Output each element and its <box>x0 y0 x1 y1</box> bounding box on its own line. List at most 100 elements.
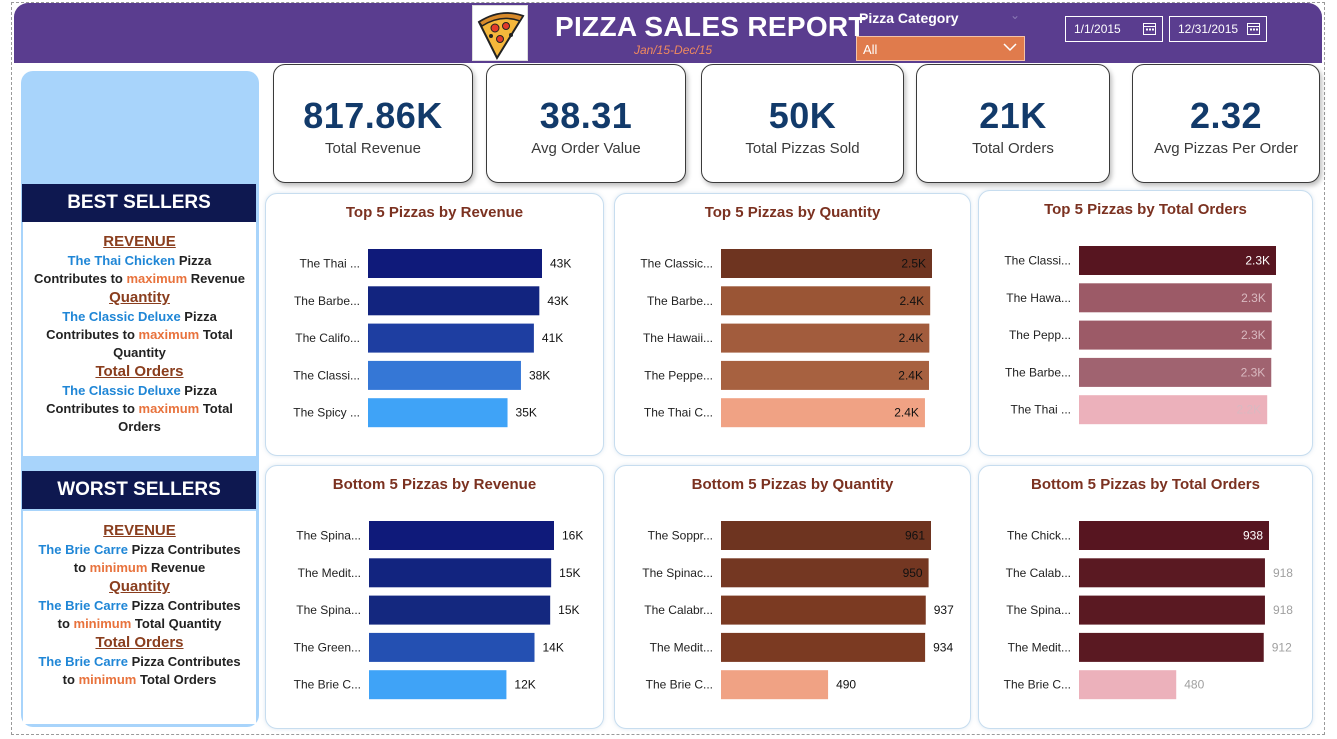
data-label: 912 <box>1272 640 1292 654</box>
best-quantity-keyword: maximum <box>138 327 200 342</box>
bar[interactable] <box>721 670 829 700</box>
category-label: The Thai ... <box>300 257 360 271</box>
best-sellers-heading: BEST SELLERS <box>22 184 256 222</box>
data-label: 937 <box>934 603 954 617</box>
bar-chart-svg: The Thai ... 43K The Barbe... 43K The Califo… <box>293 249 571 428</box>
bar[interactable] <box>368 286 540 316</box>
category-label: The Califo... <box>295 331 360 345</box>
kpi-value: 50K <box>768 95 837 136</box>
category-label: The Soppr... <box>648 529 713 543</box>
data-label: 2.3K <box>1241 291 1266 305</box>
category-label: The Chick... <box>1007 529 1071 543</box>
category-label: The Spinac... <box>642 566 713 580</box>
category-label: The Hawaii... <box>643 331 713 345</box>
category-label: The Barbe... <box>647 294 713 308</box>
bar-chart-svg: The Chick... 938 The Calab... 918 The Spina.… <box>1004 521 1293 700</box>
bar[interactable] <box>1079 632 1264 662</box>
kpi-label: Total Revenue <box>325 140 421 157</box>
category-label: The Medit... <box>1008 640 1071 654</box>
category-label: The Hawa... <box>1006 291 1071 305</box>
chart-top5-quantity: Top 5 Pizzas by Quantity The Classic... 2… <box>614 193 971 456</box>
worst-revenue-suffix: Revenue <box>147 560 206 575</box>
bar[interactable] <box>721 632 926 662</box>
kpi-label: Total Pizzas Sold <box>745 140 860 157</box>
category-label: The Medit... <box>650 640 713 654</box>
bar[interactable] <box>369 595 551 625</box>
category-dropdown[interactable]: All <box>856 36 1025 61</box>
calendar-icon[interactable] <box>1143 22 1156 35</box>
bar[interactable] <box>369 670 507 700</box>
chart-top5-orders: Top 5 Pizzas by Total Orders The Classi.… <box>978 190 1313 456</box>
end-date-input[interactable]: 12/31/2015 <box>1169 16 1267 42</box>
data-label: 934 <box>933 640 953 654</box>
category-label: The Classi... <box>293 368 360 382</box>
start-date-input[interactable]: 1/1/2015 <box>1065 16 1163 42</box>
kpi-label: Avg Order Value <box>531 140 641 157</box>
bar[interactable] <box>369 632 535 662</box>
kpi-avg-pizzas-per-order: 2.32 Avg Pizzas Per Order <box>1132 64 1320 183</box>
kpi-value: 817.86K <box>303 95 443 136</box>
category-label: The Green... <box>294 640 361 654</box>
best-orders-title: Total Orders <box>95 363 184 380</box>
worst-sellers-text: REVENUE The Brie Carre Pizza Contributes… <box>23 521 256 689</box>
bar[interactable] <box>369 521 554 550</box>
bar[interactable] <box>1079 558 1265 588</box>
bar-chart-svg: The Classi... 2.3K The Hawa... 2.3K The Pepp… <box>1004 246 1276 425</box>
data-label: 2.5K <box>901 257 926 271</box>
chart-bottom5-quantity: Bottom 5 Pizzas by Quantity The Soppr...… <box>614 465 971 729</box>
data-label: 2.3K <box>1241 365 1266 379</box>
category-label: The Barbe... <box>294 294 360 308</box>
category-filter-label: Pizza Category <box>859 10 959 26</box>
data-label: 961 <box>905 529 925 543</box>
filter-collapse-chevron-icon[interactable]: ⌄ <box>1010 8 1020 22</box>
data-label: 918 <box>1273 603 1293 617</box>
data-label: 2.4K <box>899 331 924 345</box>
category-label: The Thai C... <box>644 406 713 420</box>
bar[interactable] <box>721 558 929 588</box>
data-label: 918 <box>1273 566 1293 580</box>
category-label: The Brie C... <box>1004 678 1071 692</box>
category-label: The Classi... <box>1004 254 1071 268</box>
best-revenue-title: REVENUE <box>103 233 176 250</box>
category-label: The Thai ... <box>1011 403 1071 417</box>
bar[interactable] <box>368 398 508 428</box>
category-dropdown-value: All <box>863 42 878 57</box>
worst-revenue-title: REVENUE <box>103 522 176 539</box>
bar[interactable] <box>368 360 521 390</box>
worst-revenue-keyword: minimum <box>89 560 148 575</box>
bar[interactable] <box>721 595 926 625</box>
category-label: The Medit... <box>298 566 361 580</box>
bar[interactable] <box>721 521 931 550</box>
category-label: The Calab... <box>1006 566 1071 580</box>
best-revenue-pizza: The Thai Chicken <box>67 253 176 268</box>
data-label: 2.4K <box>900 294 925 308</box>
bar[interactable] <box>368 249 542 278</box>
bar-chart-svg: The Classic... 2.5K The Barbe... 2.4K The Ha… <box>640 249 932 428</box>
bar[interactable] <box>1079 521 1269 550</box>
data-label: 12K <box>514 678 535 692</box>
bar[interactable] <box>368 323 534 353</box>
kpi-label: Avg Pizzas Per Order <box>1154 140 1298 157</box>
best-quantity-title: Quantity <box>109 289 170 306</box>
bar[interactable] <box>1079 595 1265 625</box>
bar[interactable] <box>1079 670 1177 700</box>
best-orders-keyword: maximum <box>138 401 200 416</box>
data-label: 2.2K <box>1237 403 1262 417</box>
category-label: The Peppe... <box>644 368 713 382</box>
data-label: 14K <box>543 640 564 654</box>
kpi-label: Total Orders <box>972 140 1054 157</box>
data-label: 2.4K <box>898 368 923 382</box>
kpi-total-revenue: 817.86K Total Revenue <box>273 64 473 183</box>
worst-quantity-keyword: minimum <box>73 616 132 631</box>
category-label: The Spina... <box>296 603 361 617</box>
worst-orders-title: Total Orders <box>95 634 184 651</box>
chart-top5-revenue: Top 5 Pizzas by Revenue The Thai ... 43K T… <box>265 193 604 456</box>
calendar-icon[interactable] <box>1247 22 1260 35</box>
bar-chart-svg: The Soppr... 961 The Spinac... 950 The Calab… <box>642 521 954 700</box>
page-title: PIZZA SALES REPORT <box>555 11 866 42</box>
kpi-total-pizzas-sold: 50K Total Pizzas Sold <box>701 64 904 183</box>
data-label: 950 <box>903 566 923 580</box>
kpi-total-orders: 21K Total Orders <box>916 64 1110 183</box>
category-label: The Spina... <box>296 529 361 543</box>
bar[interactable] <box>369 558 552 588</box>
